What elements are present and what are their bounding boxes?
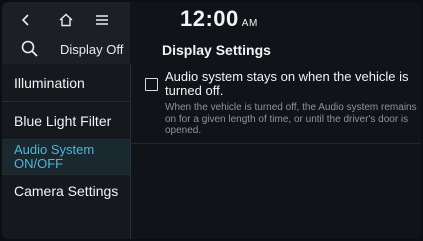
infotainment-screen: 12:00 AM Display Off Display Settings Ill… (2, 2, 421, 239)
sidebar: Illumination Blue Light Filter Audio Sys… (2, 64, 131, 239)
search-icon[interactable] (20, 39, 44, 63)
status-bar: 12:00 AM (2, 2, 421, 38)
display-off-button[interactable]: Display Off (60, 42, 123, 57)
back-icon[interactable] (14, 8, 38, 32)
toolbar: Display Off Display Settings (2, 38, 421, 64)
sidebar-item-label: Blue Light Filter (14, 112, 112, 129)
clock-ampm: AM (241, 18, 258, 29)
sidebar-item-audio-system[interactable]: Audio System ON/OFF (2, 140, 130, 174)
nav-controls (2, 2, 130, 38)
page-title: Display Settings (162, 42, 271, 58)
option-title: Audio system stays on when the vehicle i… (165, 69, 409, 98)
toolbar-left: Display Off (2, 38, 130, 64)
audio-stays-on-checkbox[interactable] (145, 78, 158, 91)
divider (131, 143, 421, 144)
option-description: When the vehicle is turned off, the Audi… (165, 102, 417, 136)
menu-icon[interactable] (90, 8, 114, 32)
sidebar-item-label: Camera Settings (14, 183, 119, 199)
sidebar-item-illumination[interactable]: Illumination (2, 64, 130, 101)
settings-content: Audio system stays on when the vehicle i… (131, 64, 421, 239)
clock: 12:00 AM (180, 6, 258, 32)
sidebar-item-blue-light-filter[interactable]: Blue Light Filter (2, 102, 130, 139)
sidebar-item-label: Audio System ON/OFF (14, 142, 95, 171)
home-icon[interactable] (54, 8, 78, 32)
sidebar-item-label: Illumination (14, 74, 85, 91)
sidebar-item-camera-settings[interactable]: Camera Settings (2, 175, 130, 207)
clock-time: 12:00 (180, 6, 239, 31)
